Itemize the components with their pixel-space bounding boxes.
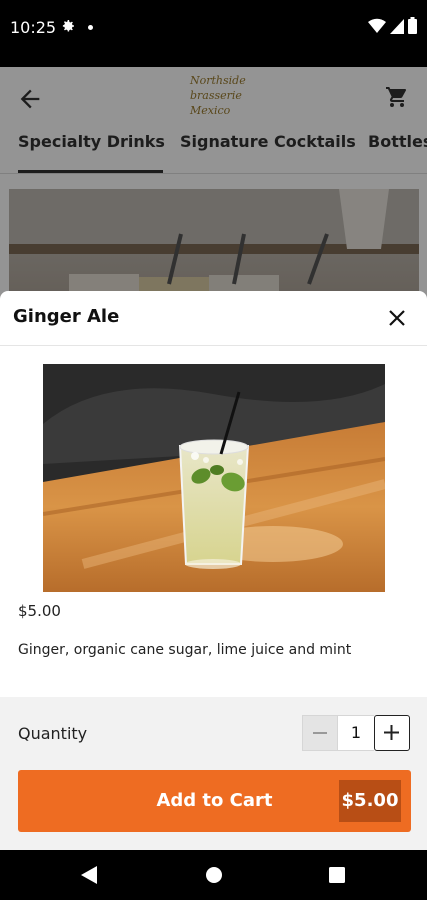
status-time: 10:25 xyxy=(10,18,57,37)
gear-icon xyxy=(62,20,74,32)
plus-icon xyxy=(384,725,399,740)
quantity-decrease-button[interactable] xyxy=(302,715,338,751)
sheet-header: Ginger Ale xyxy=(0,291,427,346)
quantity-stepper: 1 xyxy=(302,715,410,751)
system-nav-bar xyxy=(0,850,427,900)
quantity-increase-button[interactable] xyxy=(374,715,410,751)
item-price: $5.00 xyxy=(18,602,61,620)
wifi-icon xyxy=(368,18,386,33)
quantity-value[interactable]: 1 xyxy=(338,715,374,751)
status-icons xyxy=(368,17,417,34)
nav-back-icon[interactable] xyxy=(80,865,98,885)
item-title: Ginger Ale xyxy=(13,306,120,327)
item-photo xyxy=(43,364,385,592)
item-description: Ginger, organic cane sugar, lime juice a… xyxy=(18,642,352,658)
add-to-cart-button[interactable]: Add to Cart $5.00 xyxy=(18,770,411,832)
sheet-footer: Quantity 1 Add to Cart $5.00 xyxy=(0,697,427,850)
minus-icon xyxy=(313,732,327,734)
status-bar: 10:25 xyxy=(0,0,427,67)
notification-dot-icon xyxy=(88,25,93,30)
nav-recents-icon[interactable] xyxy=(329,867,345,883)
nav-home-icon[interactable] xyxy=(205,866,223,884)
item-detail-sheet: Ginger Ale $5.00 Ginger, organic cane su… xyxy=(0,291,427,850)
quantity-label: Quantity xyxy=(18,724,88,743)
close-icon[interactable] xyxy=(385,306,409,330)
battery-icon xyxy=(408,17,417,34)
add-to-cart-price: $5.00 xyxy=(339,780,401,822)
signal-icon xyxy=(390,18,404,34)
